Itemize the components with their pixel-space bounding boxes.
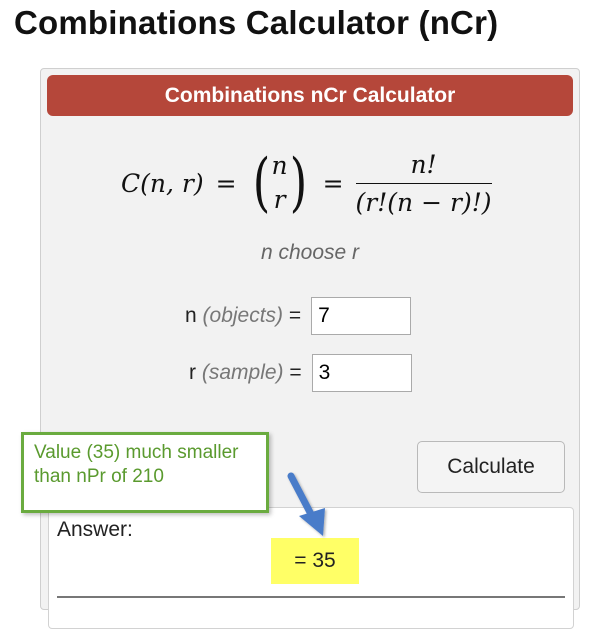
n-objects-input[interactable] bbox=[311, 297, 412, 335]
formula-lhs: C(n, r) bbox=[121, 168, 204, 198]
r-field-row: r (sample) = bbox=[189, 354, 412, 392]
page-title: Combinations Calculator (nCr) bbox=[14, 4, 499, 41]
calculator-header: Combinations nCr Calculator bbox=[47, 75, 573, 116]
answer-value: = 35 bbox=[271, 538, 359, 584]
fraction-numerator: n! bbox=[410, 149, 437, 179]
calculate-button[interactable]: Calculate bbox=[417, 441, 565, 493]
formula-fraction: n! (r!(n − r)!) bbox=[355, 149, 492, 217]
formula-equals-1: = bbox=[215, 168, 237, 198]
combination-formula: C(n, r) = ( n r ) = n! (r!(n − r)!) bbox=[121, 143, 492, 223]
n-choose-r-label: n choose r bbox=[260, 241, 360, 264]
fraction-denominator: (r!(n − r)!) bbox=[355, 187, 492, 217]
answer-divider bbox=[57, 596, 565, 598]
annotation-callout: Value (35) much smaller than nPr of 210 bbox=[21, 432, 269, 513]
r-field-label: r (sample) = bbox=[189, 361, 302, 384]
formula-equals-2: = bbox=[322, 168, 344, 198]
arrow-down-right-icon bbox=[287, 472, 325, 536]
n-field-row: n (objects) = bbox=[185, 297, 412, 335]
n-field-label: n (objects) = bbox=[185, 304, 302, 327]
binomial-bottom: r bbox=[273, 185, 286, 214]
r-sample-input[interactable] bbox=[311, 354, 412, 392]
binomial-coefficient: ( n r ) bbox=[252, 146, 307, 220]
answer-label: Answer: bbox=[57, 518, 133, 541]
binomial-top: n bbox=[271, 151, 288, 180]
